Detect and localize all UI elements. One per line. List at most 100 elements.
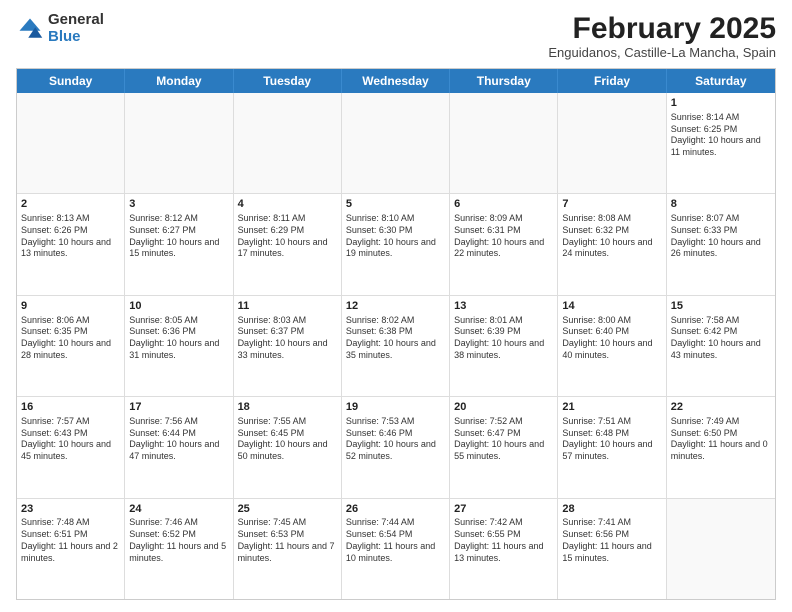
calendar-cell: 11Sunrise: 8:03 AMSunset: 6:37 PMDayligh… <box>234 296 342 396</box>
calendar-cell: 3Sunrise: 8:12 AMSunset: 6:27 PMDaylight… <box>125 194 233 294</box>
day-number: 9 <box>21 299 120 314</box>
day-number: 27 <box>454 502 553 517</box>
day-number: 25 <box>238 502 337 517</box>
calendar-cell: 5Sunrise: 8:10 AMSunset: 6:30 PMDaylight… <box>342 194 450 294</box>
calendar-cell: 8Sunrise: 8:07 AMSunset: 6:33 PMDaylight… <box>667 194 775 294</box>
calendar-cell: 25Sunrise: 7:45 AMSunset: 6:53 PMDayligh… <box>234 499 342 599</box>
day-number: 16 <box>21 400 120 415</box>
calendar-cell: 18Sunrise: 7:55 AMSunset: 6:45 PMDayligh… <box>234 397 342 497</box>
day-info: Sunrise: 8:10 AMSunset: 6:30 PMDaylight:… <box>346 213 445 260</box>
day-info: Sunrise: 8:03 AMSunset: 6:37 PMDaylight:… <box>238 315 337 362</box>
calendar-cell: 7Sunrise: 8:08 AMSunset: 6:32 PMDaylight… <box>558 194 666 294</box>
calendar-cell: 10Sunrise: 8:05 AMSunset: 6:36 PMDayligh… <box>125 296 233 396</box>
logo-general-label: General <box>48 12 104 29</box>
calendar-cell: 24Sunrise: 7:46 AMSunset: 6:52 PMDayligh… <box>125 499 233 599</box>
calendar-cell <box>234 93 342 193</box>
calendar-week-1: 1Sunrise: 8:14 AMSunset: 6:25 PMDaylight… <box>17 93 775 194</box>
day-number: 21 <box>562 400 661 415</box>
calendar-cell: 19Sunrise: 7:53 AMSunset: 6:46 PMDayligh… <box>342 397 450 497</box>
calendar-cell: 27Sunrise: 7:42 AMSunset: 6:55 PMDayligh… <box>450 499 558 599</box>
day-number: 24 <box>129 502 228 517</box>
calendar-cell <box>667 499 775 599</box>
calendar: SundayMondayTuesdayWednesdayThursdayFrid… <box>16 68 776 600</box>
calendar-cell: 21Sunrise: 7:51 AMSunset: 6:48 PMDayligh… <box>558 397 666 497</box>
header: General Blue February 2025 Enguidanos, C… <box>16 12 776 60</box>
day-info: Sunrise: 8:01 AMSunset: 6:39 PMDaylight:… <box>454 315 553 362</box>
header-day-thursday: Thursday <box>450 69 558 93</box>
calendar-cell: 14Sunrise: 8:00 AMSunset: 6:40 PMDayligh… <box>558 296 666 396</box>
calendar-cell: 16Sunrise: 7:57 AMSunset: 6:43 PMDayligh… <box>17 397 125 497</box>
day-number: 28 <box>562 502 661 517</box>
day-info: Sunrise: 8:13 AMSunset: 6:26 PMDaylight:… <box>21 213 120 260</box>
day-info: Sunrise: 8:09 AMSunset: 6:31 PMDaylight:… <box>454 213 553 260</box>
calendar-cell <box>17 93 125 193</box>
header-day-wednesday: Wednesday <box>342 69 450 93</box>
calendar-location: Enguidanos, Castille-La Mancha, Spain <box>548 45 776 60</box>
day-info: Sunrise: 8:07 AMSunset: 6:33 PMDaylight:… <box>671 213 771 260</box>
calendar-cell: 9Sunrise: 8:06 AMSunset: 6:35 PMDaylight… <box>17 296 125 396</box>
calendar-cell: 23Sunrise: 7:48 AMSunset: 6:51 PMDayligh… <box>17 499 125 599</box>
day-info: Sunrise: 8:14 AMSunset: 6:25 PMDaylight:… <box>671 112 771 159</box>
day-number: 5 <box>346 197 445 212</box>
day-info: Sunrise: 8:11 AMSunset: 6:29 PMDaylight:… <box>238 213 337 260</box>
day-info: Sunrise: 8:02 AMSunset: 6:38 PMDaylight:… <box>346 315 445 362</box>
day-info: Sunrise: 7:44 AMSunset: 6:54 PMDaylight:… <box>346 517 445 564</box>
logo-icon <box>16 15 44 43</box>
day-info: Sunrise: 8:12 AMSunset: 6:27 PMDaylight:… <box>129 213 228 260</box>
day-info: Sunrise: 7:55 AMSunset: 6:45 PMDaylight:… <box>238 416 337 463</box>
calendar-cell: 22Sunrise: 7:49 AMSunset: 6:50 PMDayligh… <box>667 397 775 497</box>
day-number: 2 <box>21 197 120 212</box>
day-info: Sunrise: 7:51 AMSunset: 6:48 PMDaylight:… <box>562 416 661 463</box>
calendar-cell <box>450 93 558 193</box>
calendar-cell: 15Sunrise: 7:58 AMSunset: 6:42 PMDayligh… <box>667 296 775 396</box>
day-number: 10 <box>129 299 228 314</box>
day-number: 4 <box>238 197 337 212</box>
day-info: Sunrise: 7:45 AMSunset: 6:53 PMDaylight:… <box>238 517 337 564</box>
calendar-cell: 20Sunrise: 7:52 AMSunset: 6:47 PMDayligh… <box>450 397 558 497</box>
day-number: 23 <box>21 502 120 517</box>
day-info: Sunrise: 7:56 AMSunset: 6:44 PMDaylight:… <box>129 416 228 463</box>
calendar-cell: 13Sunrise: 8:01 AMSunset: 6:39 PMDayligh… <box>450 296 558 396</box>
calendar-cell <box>342 93 450 193</box>
calendar-cell: 2Sunrise: 8:13 AMSunset: 6:26 PMDaylight… <box>17 194 125 294</box>
calendar-cell: 1Sunrise: 8:14 AMSunset: 6:25 PMDaylight… <box>667 93 775 193</box>
calendar-cell: 26Sunrise: 7:44 AMSunset: 6:54 PMDayligh… <box>342 499 450 599</box>
day-info: Sunrise: 8:06 AMSunset: 6:35 PMDaylight:… <box>21 315 120 362</box>
calendar-cell: 6Sunrise: 8:09 AMSunset: 6:31 PMDaylight… <box>450 194 558 294</box>
day-info: Sunrise: 7:49 AMSunset: 6:50 PMDaylight:… <box>671 416 771 463</box>
day-number: 18 <box>238 400 337 415</box>
day-number: 14 <box>562 299 661 314</box>
day-info: Sunrise: 7:52 AMSunset: 6:47 PMDaylight:… <box>454 416 553 463</box>
day-number: 26 <box>346 502 445 517</box>
day-info: Sunrise: 7:42 AMSunset: 6:55 PMDaylight:… <box>454 517 553 564</box>
day-number: 11 <box>238 299 337 314</box>
day-info: Sunrise: 7:58 AMSunset: 6:42 PMDaylight:… <box>671 315 771 362</box>
day-info: Sunrise: 7:53 AMSunset: 6:46 PMDaylight:… <box>346 416 445 463</box>
calendar-body: 1Sunrise: 8:14 AMSunset: 6:25 PMDaylight… <box>17 93 775 599</box>
calendar-title: February 2025 <box>548 12 776 45</box>
day-number: 22 <box>671 400 771 415</box>
logo-blue-label: Blue <box>48 29 104 46</box>
day-number: 13 <box>454 299 553 314</box>
day-number: 12 <box>346 299 445 314</box>
day-info: Sunrise: 7:48 AMSunset: 6:51 PMDaylight:… <box>21 517 120 564</box>
title-block: February 2025 Enguidanos, Castille-La Ma… <box>548 12 776 60</box>
calendar-header: SundayMondayTuesdayWednesdayThursdayFrid… <box>17 69 775 93</box>
calendar-cell: 17Sunrise: 7:56 AMSunset: 6:44 PMDayligh… <box>125 397 233 497</box>
day-number: 17 <box>129 400 228 415</box>
day-info: Sunrise: 7:46 AMSunset: 6:52 PMDaylight:… <box>129 517 228 564</box>
day-number: 20 <box>454 400 553 415</box>
calendar-week-3: 9Sunrise: 8:06 AMSunset: 6:35 PMDaylight… <box>17 296 775 397</box>
calendar-week-5: 23Sunrise: 7:48 AMSunset: 6:51 PMDayligh… <box>17 499 775 599</box>
day-info: Sunrise: 8:08 AMSunset: 6:32 PMDaylight:… <box>562 213 661 260</box>
day-number: 3 <box>129 197 228 212</box>
logo-text: General Blue <box>48 12 104 45</box>
calendar-cell: 28Sunrise: 7:41 AMSunset: 6:56 PMDayligh… <box>558 499 666 599</box>
page: General Blue February 2025 Enguidanos, C… <box>0 0 792 612</box>
day-info: Sunrise: 8:05 AMSunset: 6:36 PMDaylight:… <box>129 315 228 362</box>
day-info: Sunrise: 7:41 AMSunset: 6:56 PMDaylight:… <box>562 517 661 564</box>
calendar-cell: 4Sunrise: 8:11 AMSunset: 6:29 PMDaylight… <box>234 194 342 294</box>
day-number: 15 <box>671 299 771 314</box>
day-number: 6 <box>454 197 553 212</box>
day-info: Sunrise: 8:00 AMSunset: 6:40 PMDaylight:… <box>562 315 661 362</box>
